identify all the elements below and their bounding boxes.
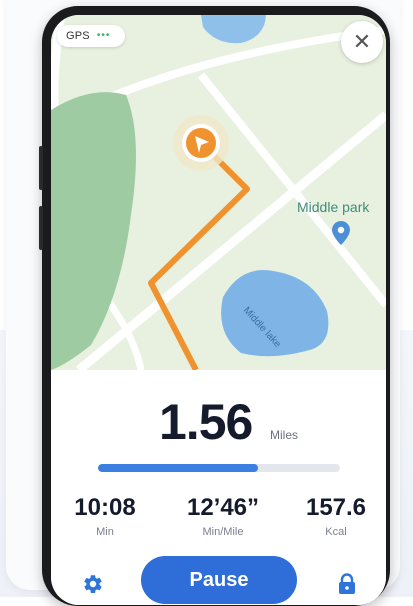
- gps-status-badge: GPS •••: [57, 25, 125, 47]
- stat-value: 157.6: [305, 494, 367, 521]
- distance-unit: Miles: [270, 428, 299, 442]
- close-button[interactable]: ✕: [341, 21, 383, 63]
- gear-icon: [84, 575, 102, 593]
- stat-pace: 12’46” Min/Mile: [163, 494, 283, 538]
- distance-value: 1.56: [159, 394, 253, 450]
- stat-label: Kcal: [325, 526, 347, 538]
- phone-volume-button: [39, 206, 43, 250]
- workout-panel: 1.56 Miles 10:08 Min 12’46” Min/Mile 157…: [51, 370, 386, 605]
- phone-volume-button: [39, 146, 43, 190]
- route-progress-bar: [98, 464, 340, 472]
- gps-signal-dots: •••: [96, 30, 111, 41]
- stat-label: Min/Mile: [202, 526, 244, 538]
- close-icon: ✕: [352, 29, 372, 54]
- map-view[interactable]: GPS ••• ✕ Middle park Middle lake: [51, 15, 386, 370]
- poi-label: Middle park: [297, 199, 370, 215]
- stat-calories: 157.6 Kcal: [289, 494, 383, 538]
- stat-value: 12’46”: [186, 494, 260, 521]
- stat-label: Min: [96, 526, 114, 538]
- lock-icon: [339, 573, 355, 594]
- app-screen: GPS ••• ✕ Middle park Middle lake 1.56 M…: [51, 15, 386, 605]
- map-road: [197, 72, 386, 308]
- route-progress-fill: [98, 464, 258, 472]
- gps-label: GPS: [66, 30, 90, 42]
- stat-duration: 10:08 Min: [55, 494, 155, 538]
- stat-value: 10:08: [74, 494, 136, 521]
- water-area: [201, 15, 266, 44]
- settings-button[interactable]: [79, 570, 107, 598]
- lock-button[interactable]: [333, 570, 361, 598]
- map-canvas: [51, 15, 386, 370]
